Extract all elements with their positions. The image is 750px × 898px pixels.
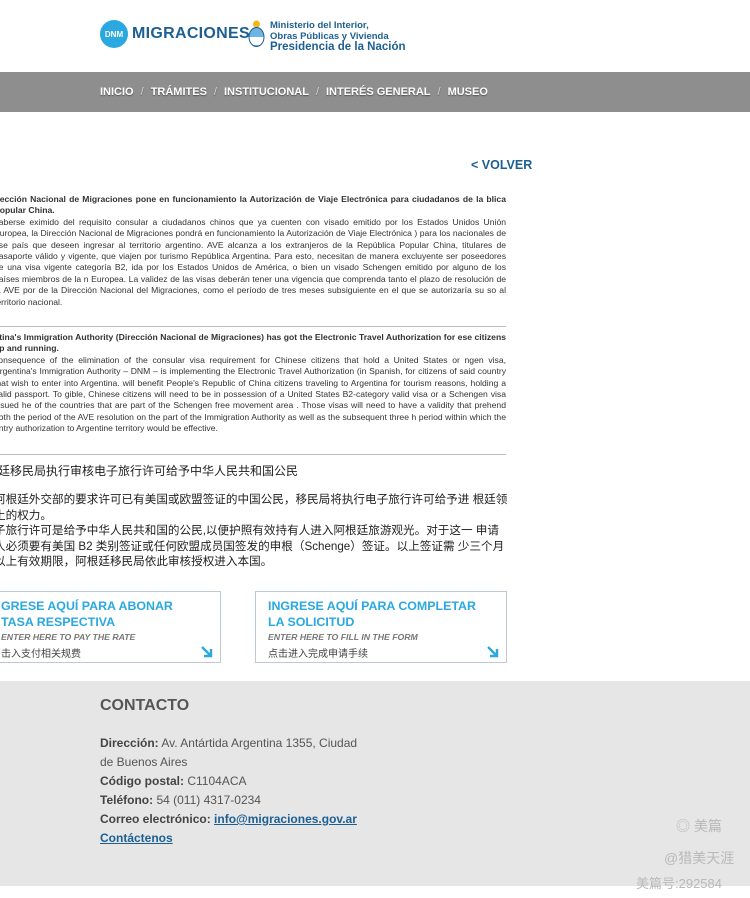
address-line-2: de Buenos Aires (100, 755, 188, 769)
nav-separator: / (437, 86, 441, 98)
address-label: Dirección: (100, 736, 159, 750)
nav-item-institucional[interactable]: INSTITUCIONAL (224, 86, 309, 98)
chinese-paragraph-2: 子旅行许可是给予中华人民共和国的公民,以便护照有效持有人进入阿根廷旅游观光。对于… (0, 524, 505, 569)
chinese-paragraph-1: 阿根廷外交部的要求许可已有美国或欧盟签证的中国公民，移民局将执行电子旅行许可给予… (0, 493, 508, 522)
phone-value: 54 (011) 4317-0234 (156, 793, 261, 807)
contact-us: Contáctenos (100, 829, 173, 848)
ministry-logo[interactable]: Ministerio del Interior, Obras Públicas … (248, 20, 406, 53)
address: Dirección: Av. Antártida Argentina 1355,… (100, 734, 357, 772)
nav-item-inicio[interactable]: INICIO (100, 86, 134, 98)
pay-fee-button[interactable]: GRESE AQUÍ PARA ABONAR TASA RESPECTIVA EN… (0, 591, 221, 663)
postal-label: Código postal: (100, 774, 184, 788)
dnm-name: MIGRACIONES (132, 25, 250, 42)
arrow-down-right-icon (487, 646, 499, 658)
email-link[interactable]: info@migraciones.gov.ar (214, 812, 357, 826)
back-link[interactable]: < VOLVER (471, 158, 532, 172)
email-label: Correo electrónico: (100, 812, 211, 826)
postal-code: Código postal: C1104ACA (100, 772, 247, 791)
watermark-brand-text: 美篇 (693, 818, 722, 834)
email: Correo electrónico: info@migraciones.gov… (100, 810, 357, 829)
english-notice: ntina's Immigration Authority (Dirección… (0, 332, 506, 435)
nav-separator: / (213, 86, 217, 98)
nav-separator: / (315, 86, 319, 98)
dnm-badge-icon: DNM (100, 20, 128, 48)
pay-fee-english: ENTER HERE TO PAY THE RATE (1, 632, 136, 642)
application-title-2: LA SOLICITUD (268, 615, 355, 629)
application-title-1: INGRESE AQUÍ PARA COMPLETAR (268, 599, 476, 613)
spanish-title: irección Nacional de Migraciones pone en… (0, 194, 506, 216)
postal-value: C1104ACA (187, 774, 247, 788)
pay-fee-title-1: GRESE AQUÍ PARA ABONAR (1, 599, 173, 613)
main-nav: INICIO / TRÁMITES / INSTITUCIONAL / INTE… (0, 72, 750, 112)
phone: Teléfono: 54 (011) 4317-0234 (100, 791, 261, 810)
chinese-title: 廷移民局执行审核电子旅行许可给予中华人民共和国公民 (0, 464, 299, 478)
spanish-notice: irección Nacional de Migraciones pone en… (0, 194, 506, 308)
nav-separator: / (140, 86, 144, 98)
nav-item-tramites[interactable]: TRÁMITES (151, 86, 207, 98)
watermark-brand: ◎ 美篇 (676, 816, 722, 836)
application-chinese: 点击进入完成申请手续 (268, 649, 368, 660)
national-shield-icon (248, 20, 265, 47)
address-line-1: Av. Antártida Argentina 1355, Ciudad (161, 736, 358, 750)
complete-application-button[interactable]: INGRESE AQUÍ PARA COMPLETAR LA SOLICITUD … (255, 591, 507, 663)
nav-item-interes-general[interactable]: INTERÉS GENERAL (326, 86, 431, 98)
english-title: ntina's Immigration Authority (Dirección… (0, 332, 506, 354)
contact-us-link[interactable]: Contáctenos (100, 831, 173, 845)
divider (0, 326, 506, 327)
spanish-body: haberse eximido del requisito consular a… (0, 216, 506, 307)
pay-fee-title-2: TASA RESPECTIVA (1, 615, 116, 629)
application-english: ENTER HERE TO FILL IN THE FORM (268, 632, 418, 642)
presidency-line: Presidencia de la Nación (270, 41, 406, 53)
site-header: DNM MIGRACIONES Ministerio del Interior,… (0, 0, 750, 72)
contact-heading: CONTACTO (100, 697, 190, 714)
meipian-logo-icon: ◎ (676, 818, 690, 834)
phone-label: Teléfono: (100, 793, 154, 807)
pay-fee-chinese: 击入支付相关规费 (1, 649, 81, 660)
divider (0, 454, 506, 455)
english-body: consequence of the elimination of the co… (0, 354, 506, 434)
arrow-down-right-icon (201, 646, 213, 658)
watermark-author: @猎美天涯 (664, 850, 735, 866)
dnm-logo[interactable]: DNM MIGRACIONES (100, 20, 250, 48)
watermark-id: 美篇号:292584 (636, 876, 722, 891)
ministry-line-1: Ministerio del Interior, (270, 20, 369, 31)
nav-item-museo[interactable]: MUSEO (448, 86, 488, 98)
